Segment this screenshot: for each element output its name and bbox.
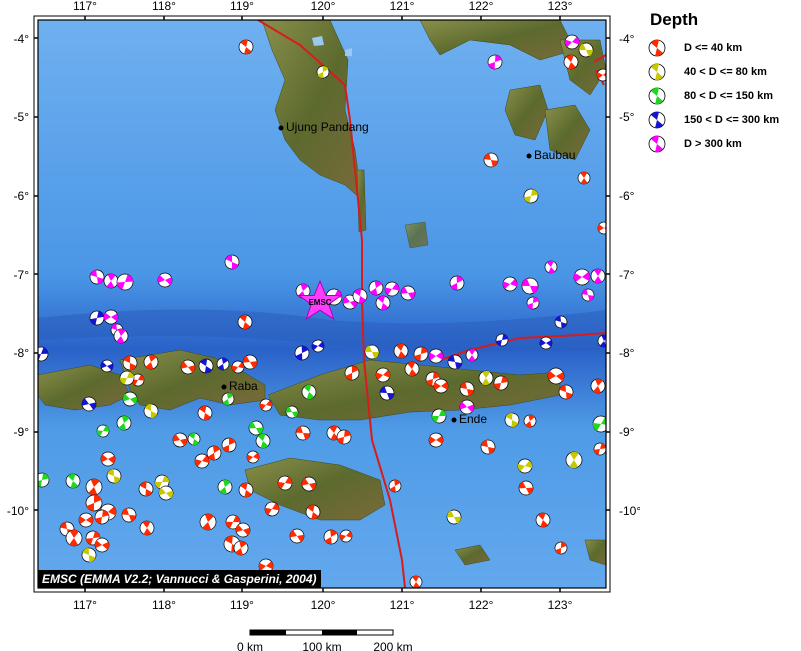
- beachball[interactable]: [375, 295, 391, 311]
- lat-label-left: -7°: [14, 268, 30, 282]
- beachball-icon: [648, 63, 666, 81]
- lat-label-right: -7°: [619, 268, 635, 282]
- depth-legend: Depth D <= 40 km 40 < D <= 80 km 80 < D …: [648, 10, 798, 156]
- lat-label-right: -10°: [619, 504, 640, 518]
- beachball[interactable]: [231, 360, 245, 374]
- lon-label-top: 117°: [73, 0, 97, 13]
- place-dot: [526, 153, 532, 159]
- beachball-icon: [648, 135, 666, 153]
- beachball[interactable]: [305, 504, 321, 520]
- lat-label-left: -6°: [14, 189, 30, 203]
- lon-label-bottom: 118°: [152, 598, 176, 612]
- beachball[interactable]: [237, 314, 253, 330]
- lon-label-bottom: 117°: [73, 598, 97, 612]
- legend-label: 80 < D <= 150 km: [684, 90, 773, 102]
- place-dot: [451, 417, 457, 423]
- lon-label-top: 121°: [390, 0, 415, 13]
- legend-label: D <= 40 km: [684, 42, 743, 54]
- lon-label-top: 123°: [548, 0, 573, 13]
- beachball[interactable]: [259, 398, 273, 412]
- lon-label-top: 119°: [230, 0, 254, 13]
- place-label: Baubau: [534, 148, 575, 162]
- lon-label-bottom: 121°: [390, 598, 415, 612]
- lon-label-bottom: 123°: [548, 598, 573, 612]
- lat-label-right: -5°: [619, 110, 635, 124]
- scale-bar: 0 km 100 km 200 km: [237, 629, 413, 651]
- beachball[interactable]: [194, 453, 210, 469]
- place-dot: [278, 125, 284, 131]
- lon-label-top: 118°: [152, 0, 176, 13]
- beachball[interactable]: [517, 458, 533, 474]
- legend-item: 80 < D <= 150 km: [648, 84, 798, 108]
- scale-label-200: 200 km: [373, 640, 412, 651]
- legend-item: 150 < D <= 300 km: [648, 108, 798, 132]
- credit-label: EMSC (EMMA V2.2; Vannucci & Gasperini, 2…: [38, 570, 321, 588]
- lat-label-left: -4°: [14, 32, 30, 46]
- legend-item: D <= 40 km: [648, 36, 798, 60]
- seismic-map: EMSC Ujung Pandang Baubau Raba Ende 117°…: [7, 0, 640, 651]
- lon-label-bottom: 119°: [230, 598, 254, 612]
- scale-label-100: 100 km: [302, 640, 341, 651]
- beachball[interactable]: [339, 529, 353, 543]
- place-label: Ujung Pandang: [286, 120, 369, 134]
- place-dot: [221, 384, 227, 390]
- legend-label: 150 < D <= 300 km: [684, 114, 780, 126]
- lon-label-top: 120°: [311, 0, 336, 13]
- legend-item: D > 300 km: [648, 132, 798, 156]
- place-label: Raba: [229, 379, 258, 393]
- beachball[interactable]: [238, 39, 254, 55]
- lon-label-top: 122°: [469, 0, 494, 13]
- lat-label-right: -8°: [619, 346, 635, 360]
- beachball-icon: [648, 39, 666, 57]
- lon-label-bottom: 122°: [469, 598, 494, 612]
- lat-label-right: -9°: [619, 425, 635, 439]
- legend-label: D > 300 km: [684, 138, 742, 150]
- lat-label-left: -9°: [14, 425, 30, 439]
- place-label: Ende: [459, 412, 487, 426]
- scale-label-0: 0 km: [237, 640, 263, 651]
- lat-label-left: -8°: [14, 346, 30, 360]
- lon-label-bottom: 120°: [311, 598, 336, 612]
- lat-label-right: -6°: [619, 189, 635, 203]
- lat-label-left: -5°: [14, 110, 30, 124]
- beachball-icon: [648, 111, 666, 129]
- epicenter-label: EMSC: [308, 298, 331, 307]
- legend-title: Depth: [650, 10, 699, 29]
- beachball-icon: [648, 87, 666, 105]
- legend-label: 40 < D <= 80 km: [684, 66, 767, 78]
- lat-label-right: -4°: [619, 32, 635, 46]
- legend-item: 40 < D <= 80 km: [648, 60, 798, 84]
- lat-label-left: -10°: [7, 504, 29, 518]
